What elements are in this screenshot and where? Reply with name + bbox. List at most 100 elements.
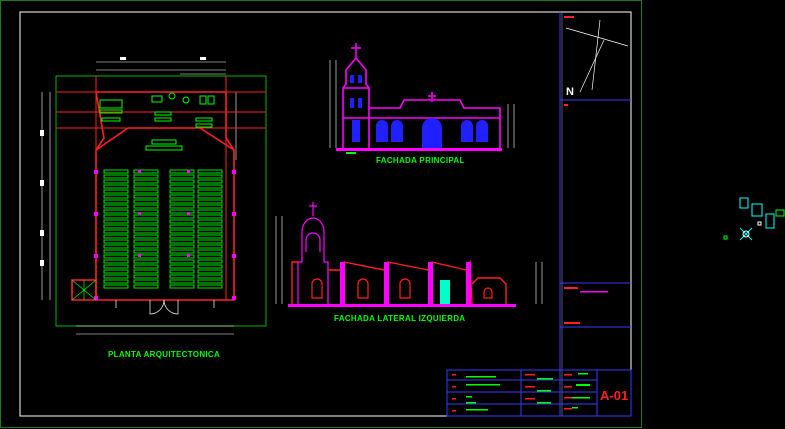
pew — [169, 214, 195, 219]
pew — [133, 184, 159, 189]
side-facade-label: FACHADA LATERAL IZQUIERDA — [334, 314, 466, 323]
sheet-number: A-01 — [600, 388, 629, 403]
title-block — [446, 12, 632, 417]
pew — [133, 229, 159, 234]
north-label: N — [566, 86, 574, 98]
pew — [133, 264, 159, 269]
pew — [103, 264, 129, 269]
pew — [197, 229, 223, 234]
pew — [103, 229, 129, 234]
pew — [133, 204, 159, 209]
pew — [103, 274, 129, 279]
pew — [133, 274, 159, 279]
pew — [169, 209, 195, 214]
pew — [169, 244, 195, 249]
pew — [103, 209, 129, 214]
side-facade — [275, 202, 543, 307]
pew — [103, 234, 129, 239]
pew — [133, 179, 159, 184]
pew — [133, 209, 159, 214]
pew — [103, 254, 129, 259]
pew — [133, 169, 159, 174]
pew — [133, 224, 159, 229]
pew — [197, 249, 223, 254]
pew — [133, 254, 159, 259]
pew — [169, 269, 195, 274]
pew — [133, 244, 159, 249]
pew — [197, 254, 223, 259]
pew — [197, 199, 223, 204]
pew — [103, 239, 129, 244]
pew — [197, 239, 223, 244]
pew — [197, 209, 223, 214]
pew — [133, 199, 159, 204]
front-facade-label: FACHADA PRINCIPAL — [376, 156, 465, 165]
cad-drawing-canvas[interactable] — [0, 0, 785, 429]
pew — [197, 269, 223, 274]
pew — [169, 224, 195, 229]
pew — [169, 194, 195, 199]
pew — [169, 204, 195, 209]
pew — [103, 189, 129, 194]
pew — [103, 224, 129, 229]
pew — [169, 229, 195, 234]
pew — [169, 234, 195, 239]
pew — [169, 179, 195, 184]
pew — [133, 239, 159, 244]
pew — [169, 249, 195, 254]
pew — [103, 244, 129, 249]
pew — [169, 184, 195, 189]
pew — [133, 219, 159, 224]
pew — [197, 194, 223, 199]
pew — [133, 284, 159, 289]
pew — [169, 219, 195, 224]
pew — [133, 269, 159, 274]
pew — [197, 244, 223, 249]
north-arrow-sketch — [565, 19, 629, 93]
title-block-text-marks — [452, 16, 608, 412]
pew — [103, 214, 129, 219]
pew — [133, 214, 159, 219]
plan-title-label: PLANTA ARQUITECTONICA — [108, 350, 221, 359]
pew — [169, 199, 195, 204]
pew — [197, 219, 223, 224]
pew — [169, 274, 195, 279]
pew — [197, 274, 223, 279]
pew — [133, 259, 159, 264]
pew — [197, 179, 223, 184]
pew — [133, 189, 159, 194]
pew — [133, 194, 159, 199]
pew — [169, 284, 195, 289]
pew — [197, 224, 223, 229]
pew — [103, 259, 129, 264]
pew — [197, 189, 223, 194]
pew — [169, 189, 195, 194]
pew — [103, 284, 129, 289]
pew — [197, 234, 223, 239]
pew — [103, 199, 129, 204]
pew — [103, 194, 129, 199]
pew — [169, 264, 195, 269]
stray-model-objects — [723, 197, 785, 241]
pew — [133, 174, 159, 179]
pew — [169, 254, 195, 259]
pew — [103, 169, 129, 174]
pew — [103, 249, 129, 254]
pew — [133, 249, 159, 254]
pew — [103, 179, 129, 184]
pew — [103, 269, 129, 274]
pew — [169, 169, 195, 174]
pew — [197, 169, 223, 174]
pew — [197, 174, 223, 179]
pew — [133, 234, 159, 239]
pew — [169, 279, 195, 284]
front-facade — [329, 43, 515, 154]
pew — [103, 204, 129, 209]
pew — [103, 279, 129, 284]
pew — [169, 259, 195, 264]
pew — [197, 284, 223, 289]
pew — [197, 184, 223, 189]
pew — [103, 219, 129, 224]
pew — [133, 279, 159, 284]
pew — [197, 279, 223, 284]
